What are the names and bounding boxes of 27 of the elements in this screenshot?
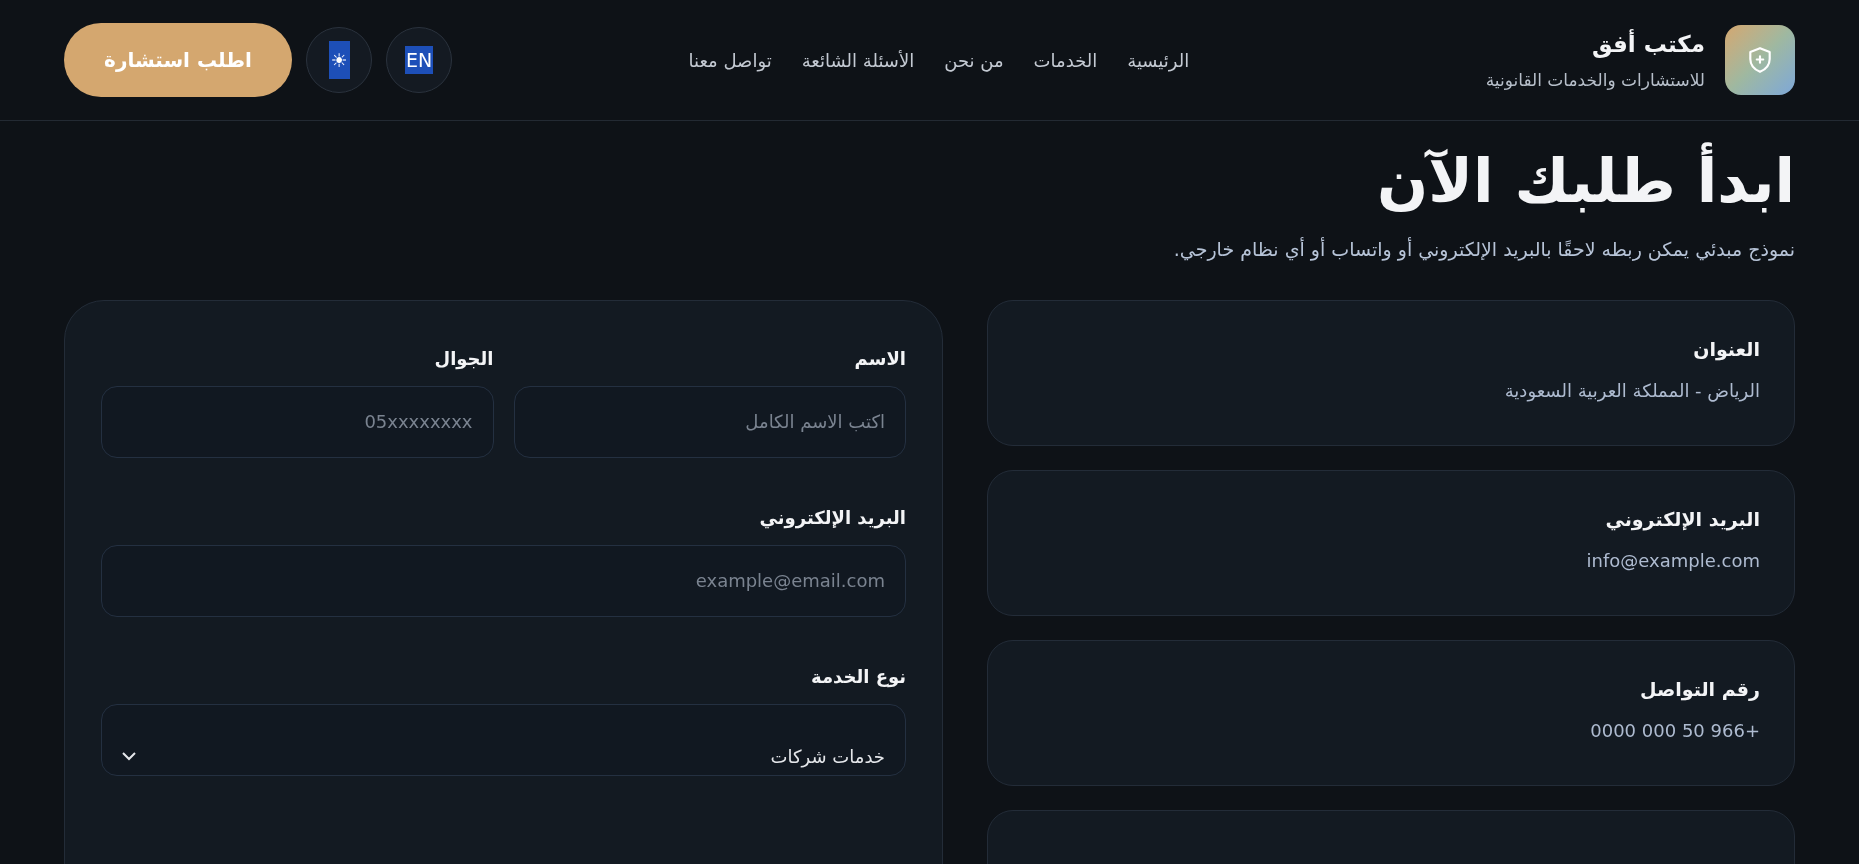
input-field[interactable]: example@email.com — [101, 544, 906, 617]
contact-card-value: +966 50 000 0000 — [1589, 719, 1760, 743]
contact-card-title: العنوان — [1692, 336, 1760, 363]
page-title: ابدأ طلبك الآن — [64, 139, 1795, 223]
contact-card-title: البريد الإلكتروني — [1604, 506, 1760, 533]
service-select[interactable]: خدمات شركات — [101, 703, 906, 776]
language-button[interactable]: EN — [386, 27, 452, 93]
nav-link[interactable]: الأسئلة الشائعة — [801, 46, 915, 74]
contact-card-title: رقم التواصل — [1638, 676, 1760, 703]
nav-link[interactable]: الرئيسية — [1127, 46, 1190, 74]
input-field[interactable]: 05xxxxxxxx — [101, 385, 494, 458]
input-field[interactable]: اكتب الاسم الكامل — [513, 385, 906, 458]
nav-link[interactable]: الخدمات — [1033, 46, 1098, 74]
field-label: البريد الإلكتروني — [758, 505, 906, 531]
contact-card-value: info@example.com — [1585, 549, 1760, 573]
theme-toggle-button[interactable]: ☀ — [306, 27, 372, 93]
field-label: الجوال — [433, 346, 494, 372]
brand-title: مكتب أفق — [1590, 28, 1705, 60]
nav-link[interactable]: من نحن — [944, 46, 1004, 74]
nav-link[interactable]: تواصل معنا — [688, 46, 772, 74]
chevron-down-icon — [122, 752, 136, 761]
brand-subtitle: للاستشارات والخدمات القانونية — [1485, 68, 1705, 92]
contact-card-value: الرياض - المملكة العربية السعودية — [1503, 379, 1760, 404]
field-label: نوع الخدمة — [810, 664, 906, 690]
shield-icon — [1747, 46, 1773, 74]
page-subtitle: نموذج مبدئي يمكن ربطه لاحقًا بالبريد الإلكتروني أو واتساب أو أي نظام خارجي. — [1172, 236, 1795, 263]
field-label: الاسم — [853, 346, 906, 371]
